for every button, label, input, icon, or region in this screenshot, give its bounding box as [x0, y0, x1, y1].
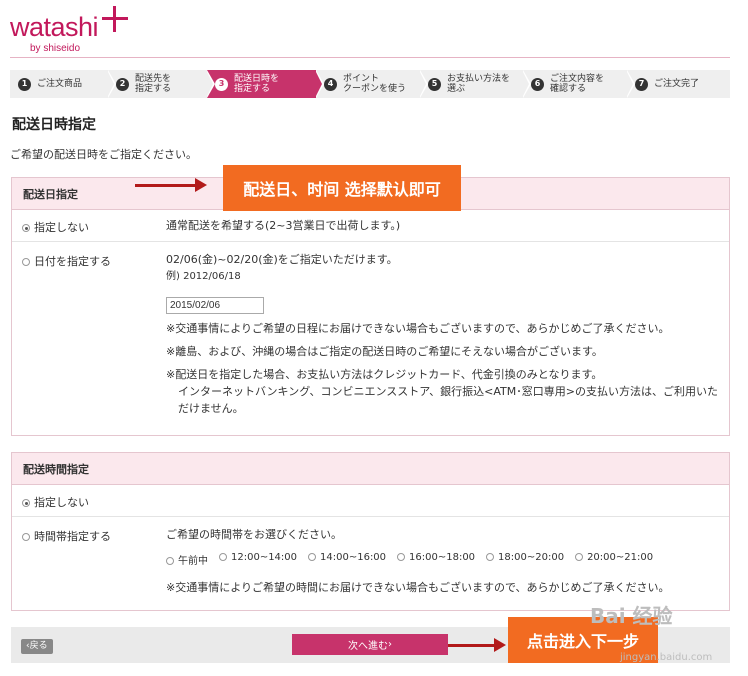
step-label: ご注文商品 — [37, 79, 83, 89]
step-6: 6 ご注文内容を 確認する — [523, 70, 635, 98]
step-label: 配送先を 指定する — [135, 74, 172, 94]
step-1: 1 ご注文商品 — [10, 70, 116, 98]
watermark-logo: Bai 经验 — [590, 604, 673, 628]
step-2: 2 配送先を 指定する — [108, 70, 215, 98]
note-islands: ※離島、および、沖縄の場合はご指定の配送日時のご希望にそえない場合がございます。 — [166, 345, 603, 358]
step-number: 3 — [215, 77, 228, 91]
radio-label: 時間帯指定する — [34, 530, 111, 543]
annotation-callout-top: 配送日、时间 选择默认即可 — [223, 165, 461, 211]
time-slot-label: 16:00~18:00 — [409, 552, 476, 563]
delivery-date-panel: 配送日指定 指定しない 通常配送を希望する(2~3営業日で出荷します。) 日付を… — [11, 177, 730, 436]
radio-button-selected[interactable] — [22, 499, 30, 507]
logo-subtitle: by shiseido — [30, 43, 81, 54]
next-button-label: 次へ進む — [348, 641, 388, 652]
radio-button[interactable] — [575, 553, 584, 561]
radio-button[interactable] — [397, 553, 406, 561]
delivery-time-panel: 配送時間指定 指定しない 時間帯指定する ご希望の時間帯をお選びください。 午前… — [11, 452, 730, 611]
radio-button-selected[interactable] — [22, 224, 30, 232]
step-number: 7 — [635, 77, 648, 91]
step-number: 6 — [531, 77, 544, 91]
step-number: 4 — [324, 77, 337, 91]
radio-label: 指定しない — [34, 496, 89, 509]
intro-text: ご希望の配送日時をご指定ください。 — [10, 148, 197, 161]
time-slot-label: 12:00~14:00 — [231, 552, 298, 563]
note-payment-end: だけません。 — [178, 402, 244, 415]
radio-button[interactable] — [22, 258, 30, 266]
time-slot-group: 午前中 12:00~14:00 14:00~16:00 16:00~18:00 … — [166, 552, 664, 567]
step-number: 2 — [116, 77, 129, 91]
step-3-current: 3 配送日時を 指定する — [207, 70, 324, 98]
next-button[interactable]: 次へ進む › — [292, 634, 448, 655]
radio-button[interactable] — [308, 553, 317, 561]
time-slot-option[interactable]: 18:00~20:00 — [486, 552, 564, 567]
delivery-time-heading: 配送時間指定 — [12, 453, 729, 485]
radio-no-time[interactable]: 指定しない — [22, 494, 89, 510]
step-number: 5 — [428, 77, 441, 91]
date-field[interactable] — [166, 297, 264, 314]
radio-button[interactable] — [219, 553, 227, 561]
step-5: 5 お支払い方法を 選ぶ — [420, 70, 531, 98]
checkout-steps: 1 ご注文商品 2 配送先を 指定する 3 配送日時を 指定する 4 ポイント … — [10, 70, 730, 98]
time-slot-label: 18:00~20:00 — [498, 552, 565, 563]
radio-specify-date[interactable]: 日付を指定する — [22, 253, 111, 269]
watermark-url: jingyan.baidu.com — [620, 652, 713, 663]
radio-specify-time[interactable]: 時間帯指定する — [22, 528, 111, 544]
time-note: ※交通事情によりご希望の時間にお届けできない場合もございますので、あらかじめご了… — [166, 581, 670, 594]
logo-wordmark: watashi — [10, 12, 99, 42]
step-label: ご注文内容を 確認する — [550, 74, 605, 94]
time-slot-option[interactable]: 14:00~16:00 — [308, 552, 386, 567]
note-payment-cont: インターネットバンキング、コンビニエンスストア、銀行振込<ATM･窓口専用>の支… — [178, 385, 718, 398]
annotation-arrow-bottom — [448, 638, 506, 652]
note-traffic: ※交通事情によりご希望の日程にお届けできない場合もございますので、あらかじめご了… — [166, 322, 670, 335]
radio-button[interactable] — [166, 557, 174, 565]
step-label: ご注文完了 — [654, 79, 700, 89]
date-range-info: 02/06(金)~02/20(金)をご指定いただけます。 例) 2012/06/… — [166, 251, 398, 285]
step-label: ポイント クーポンを使う — [343, 74, 407, 94]
step-number: 1 — [18, 77, 31, 91]
step-7: 7 ご注文完了 — [627, 70, 730, 98]
time-prompt: ご希望の時間帯をお選びください。 — [166, 528, 342, 541]
back-button-label: 戻る — [29, 641, 48, 651]
radio-button[interactable] — [486, 553, 495, 561]
note-payment: ※配送日を指定した場合、お支払い方法はクレジットカード、代金引換のみとなります。 — [166, 368, 603, 381]
time-slot-option[interactable]: 12:00~14:00 — [219, 552, 297, 567]
time-slot-label: 午前中 — [178, 556, 208, 567]
step-4: 4 ポイント クーポンを使う — [316, 70, 428, 98]
time-slot-label: 20:00~21:00 — [587, 552, 654, 563]
radio-no-date[interactable]: 指定しない — [22, 219, 89, 235]
logo-plus-icon — [102, 6, 128, 32]
date-notes: ※交通事情によりご希望の日程にお届けできない場合もございますので、あらかじめご了… — [166, 320, 718, 417]
time-slot-option[interactable]: 16:00~18:00 — [397, 552, 475, 567]
radio-label: 日付を指定する — [34, 255, 111, 268]
date-example: 例) 2012/06/18 — [166, 271, 241, 282]
step-label: お支払い方法を 選ぶ — [447, 74, 511, 94]
option-row-no-time: 指定しない — [12, 485, 729, 517]
option-row-no-date: 指定しない 通常配送を希望する(2~3営業日で出荷します。) — [12, 210, 729, 242]
option-row-time: 時間帯指定する ご希望の時間帯をお選びください。 午前中 12:00~14:00… — [12, 517, 729, 610]
time-slot-option[interactable]: 20:00~21:00 — [575, 552, 653, 567]
radio-button[interactable] — [22, 533, 30, 541]
annotation-arrow-top — [135, 178, 207, 192]
back-button[interactable]: ‹戻る — [21, 639, 53, 654]
page-title: 配送日時指定 — [12, 117, 96, 133]
header-divider — [10, 57, 730, 58]
time-slot-label: 14:00~16:00 — [320, 552, 387, 563]
brand-logo[interactable]: watashi by shiseido — [10, 4, 150, 54]
step-label: 配送日時を 指定する — [234, 74, 280, 94]
option-row-date: 日付を指定する 02/06(金)~02/20(金)をご指定いただけます。 例) … — [12, 242, 729, 435]
time-slot-option[interactable]: 午前中 — [166, 552, 208, 567]
radio-label: 指定しない — [34, 221, 89, 234]
date-range-text: 02/06(金)~02/20(金)をご指定いただけます。 — [166, 253, 398, 266]
default-delivery-text: 通常配送を希望する(2~3営業日で出荷します。) — [166, 219, 401, 232]
